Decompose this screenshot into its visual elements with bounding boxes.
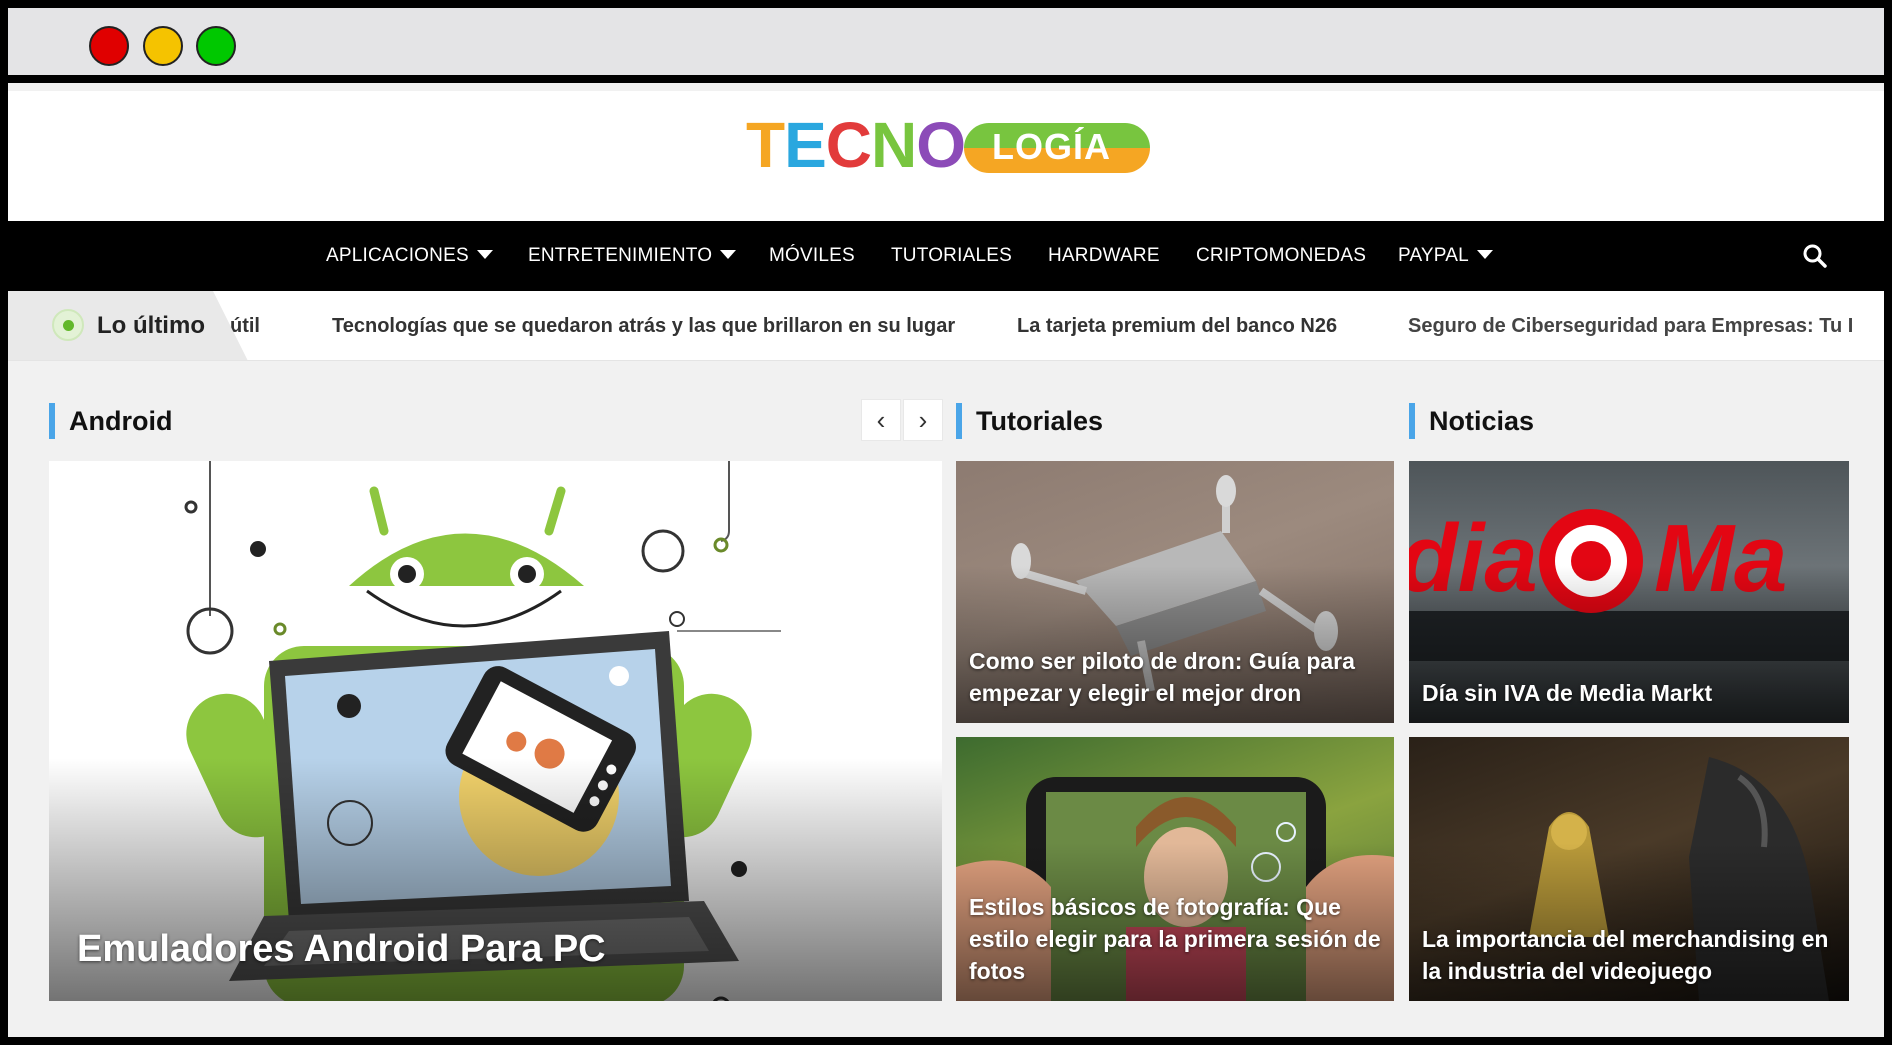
chevron-left-icon[interactable]: ‹ bbox=[861, 399, 901, 441]
site-logo[interactable]: TECNO LOGÍA bbox=[746, 113, 1156, 177]
nav-item-paypal[interactable]: PAYPAL bbox=[1398, 221, 1493, 291]
news-ticker: útil Lo último Tecnologías que se quedar… bbox=[8, 291, 1884, 361]
close-window-button[interactable] bbox=[89, 26, 129, 66]
logo-letter: E bbox=[784, 109, 827, 181]
logo-letter: T bbox=[746, 109, 785, 181]
logo-letter: C bbox=[825, 109, 872, 181]
chevron-right-icon[interactable]: › bbox=[903, 399, 943, 441]
section-title-tutoriales[interactable]: Tutoriales bbox=[956, 403, 1103, 439]
nav-item-hardware[interactable]: HARDWARE bbox=[1048, 221, 1160, 291]
site-header: TECNO LOGÍA bbox=[8, 91, 1884, 221]
post-card[interactable]: La importancia del merchandising en la i… bbox=[1409, 737, 1849, 1001]
post-card[interactable]: Como ser piloto de dron: Guía para empez… bbox=[956, 461, 1394, 723]
ticker-item[interactable]: La tarjeta premium del banco N26 bbox=[1017, 291, 1337, 360]
live-dot-icon bbox=[52, 309, 84, 341]
nav-item-moviles[interactable]: MÓVILES bbox=[769, 221, 855, 291]
section-title-noticias[interactable]: Noticias bbox=[1409, 403, 1534, 439]
featured-post-title[interactable]: Emuladores Android Para PC bbox=[77, 927, 930, 971]
logo-logia-text: LOGÍA bbox=[992, 126, 1111, 167]
caret-down-icon bbox=[720, 250, 737, 259]
caret-down-icon bbox=[476, 250, 493, 259]
nav-item-criptomonedas[interactable]: CRIPTOMONEDAS bbox=[1196, 221, 1366, 291]
section-title-android[interactable]: Android bbox=[49, 403, 172, 439]
title-bar bbox=[8, 8, 1884, 83]
ticker-label: Lo último bbox=[8, 291, 248, 360]
logo-letter: N bbox=[871, 109, 917, 181]
minimize-window-button[interactable] bbox=[143, 26, 183, 66]
post-card[interactable]: Estilos básicos de fotografía: Que estil… bbox=[956, 737, 1394, 1001]
nav-item-entretenimiento[interactable]: ENTRETENIMIENTO bbox=[528, 221, 737, 291]
post-title[interactable]: Como ser piloto de dron: Guía para empez… bbox=[969, 645, 1382, 709]
nav-item-tutoriales[interactable]: TUTORIALES bbox=[891, 221, 1012, 291]
ticker-item[interactable]: Seguro de Ciberseguridad para Empresas: … bbox=[1408, 291, 1853, 360]
main-nav: APLICACIONES ENTRETENIMIENTO MÓVILES TUT… bbox=[8, 221, 1884, 291]
post-title[interactable]: Día sin IVA de Media Markt bbox=[1422, 677, 1837, 709]
carousel-arrows: ‹ › bbox=[861, 399, 943, 441]
post-title[interactable]: La importancia del merchandising en la i… bbox=[1422, 923, 1837, 987]
caret-down-icon bbox=[1476, 250, 1493, 259]
maximize-window-button[interactable] bbox=[196, 26, 236, 66]
search-icon[interactable] bbox=[1802, 243, 1828, 269]
post-title[interactable]: Estilos básicos de fotografía: Que estil… bbox=[969, 891, 1382, 987]
ticker-item[interactable]: Tecnologías que se quedaron atrás y las … bbox=[332, 291, 955, 360]
browser-window: TECNO LOGÍA APLICACIONES ENTRETENIMIENTO… bbox=[8, 8, 1884, 1037]
post-card[interactable]: dia Ma Día sin IVA de Media Markt bbox=[1409, 461, 1849, 723]
nav-item-aplicaciones[interactable]: APLICACIONES bbox=[326, 221, 493, 291]
logo-tecno-text: TECNO bbox=[746, 109, 966, 181]
logo-letter: O bbox=[916, 109, 966, 181]
ticker-title: Lo último bbox=[97, 312, 205, 339]
featured-post-card[interactable]: Emuladores Android Para PC bbox=[49, 461, 942, 1001]
